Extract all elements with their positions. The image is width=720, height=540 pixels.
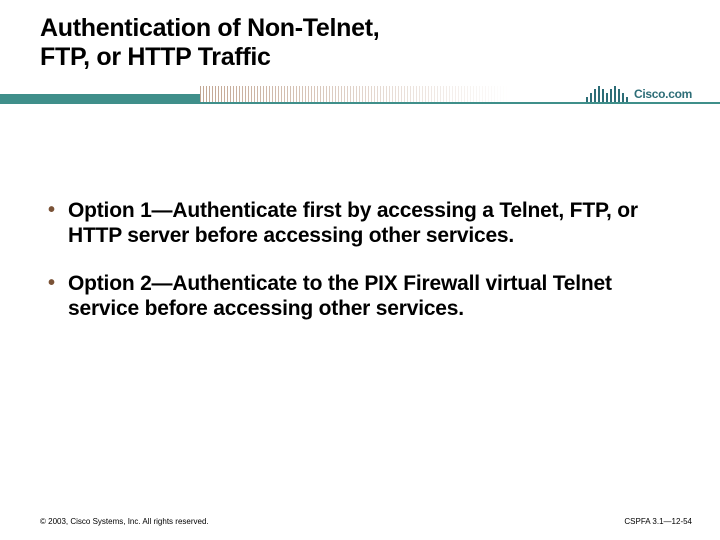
body-area: Option 1—Authenticate first by accessing…	[0, 118, 720, 322]
bullet-option-1: Option 1—Authenticate first by accessing…	[68, 198, 668, 249]
brand-name: Cisco.com	[634, 87, 692, 102]
title-area: Authentication of Non-Telnet, FTP, or HT…	[0, 0, 720, 72]
divider-band: Cisco.com	[0, 80, 720, 118]
cisco-bridge-icon	[586, 86, 628, 102]
brand-logo: Cisco.com	[586, 86, 692, 102]
title-line-2: FTP, or HTTP Traffic	[40, 43, 720, 72]
slide: Authentication of Non-Telnet, FTP, or HT…	[0, 0, 720, 540]
slide-code: CSPFA 3.1—12-54	[624, 517, 692, 526]
title-line-1: Authentication of Non-Telnet,	[40, 14, 720, 43]
divider-line-icon	[0, 102, 720, 104]
bullet-option-2: Option 2—Authenticate to the PIX Firewal…	[68, 271, 668, 322]
footer: © 2003, Cisco Systems, Inc. All rights r…	[40, 517, 692, 526]
divider-hatch-icon	[200, 86, 510, 102]
divider-bar-icon	[0, 94, 200, 102]
copyright: © 2003, Cisco Systems, Inc. All rights r…	[40, 517, 209, 526]
